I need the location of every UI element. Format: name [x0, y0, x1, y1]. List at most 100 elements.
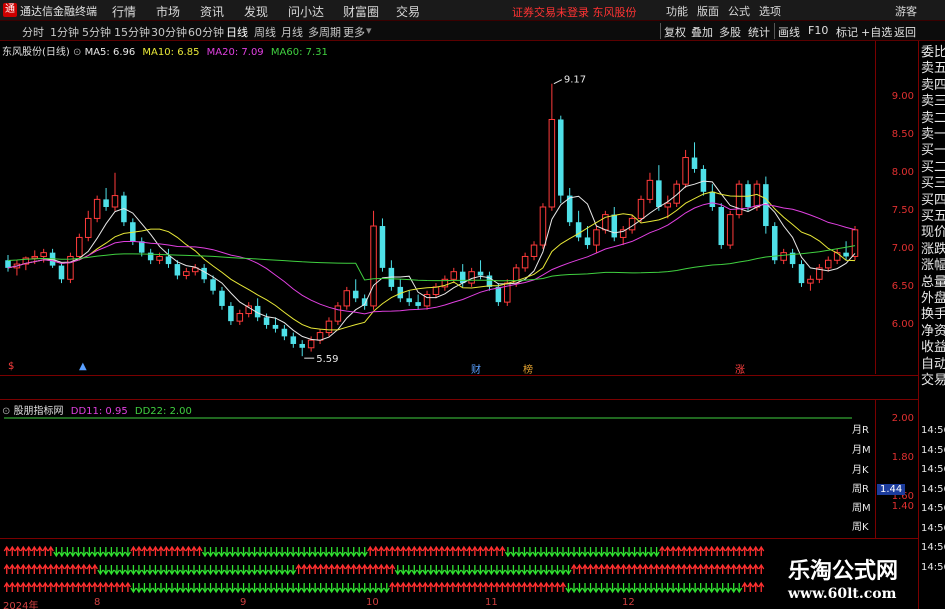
tick-time: 14:56	[921, 561, 945, 573]
up-arrow-icon	[515, 581, 522, 592]
down-arrow-icon	[179, 583, 187, 594]
period-multi[interactable]: 多周期	[308, 24, 341, 40]
menu-discover[interactable]: 发现	[244, 3, 268, 20]
up-arrow-icon	[703, 545, 710, 556]
up-arrow-icon	[25, 563, 32, 574]
down-arrow-icon	[526, 565, 533, 576]
date-label: 8	[94, 597, 101, 608]
up-arrow-icon	[58, 563, 65, 574]
draw-button[interactable]: 画线	[778, 24, 800, 40]
down-arrow-icon	[350, 547, 357, 558]
down-arrow-icon	[223, 547, 231, 558]
up-arrow-icon	[20, 563, 27, 574]
menu-wealth[interactable]: 财富圈	[343, 3, 379, 20]
up-arrow-icon	[675, 545, 682, 556]
down-arrow-icon	[223, 583, 231, 594]
down-arrow-icon	[229, 583, 236, 594]
up-arrow-icon	[615, 563, 622, 574]
down-arrow-icon	[537, 547, 545, 558]
marker-finance[interactable]: 财	[471, 361, 481, 376]
up-arrow-icon	[576, 563, 583, 574]
kline-svg[interactable]: 9.17 5.59	[0, 41, 875, 374]
up-arrow-icon	[758, 581, 765, 592]
candle-body	[76, 236, 83, 257]
down-arrow-icon	[290, 547, 297, 558]
axis-label: 2.00	[891, 413, 914, 424]
period-timeshare[interactable]: 分时	[22, 24, 44, 40]
up-arrow-icon	[653, 563, 660, 574]
down-arrow-icon	[290, 565, 297, 576]
up-arrow-icon	[681, 545, 688, 556]
overlay-button[interactable]: 叠加	[691, 24, 713, 40]
down-arrow-icon	[697, 583, 704, 594]
down-arrow-icon	[157, 583, 165, 594]
mark-button[interactable]: 标记	[836, 24, 858, 40]
up-arrow-icon	[75, 563, 82, 574]
period-daily[interactable]: 日线	[226, 24, 248, 40]
down-arrow-icon	[130, 583, 137, 594]
ma10-line	[7, 191, 856, 331]
period-5min[interactable]: 5分钟	[82, 24, 111, 40]
period-60min[interactable]: 60分钟	[188, 24, 224, 40]
guest-label[interactable]: 游客	[895, 3, 917, 19]
chevron-down-icon[interactable]: ⊙	[2, 406, 14, 417]
menu-ask[interactable]: 问小达	[288, 3, 324, 20]
up-arrow-icon	[752, 545, 759, 556]
menu-formula[interactable]: 公式	[728, 3, 750, 19]
up-arrow-icon	[334, 563, 341, 574]
f10-button[interactable]: F10	[808, 24, 828, 37]
up-arrow-icon	[339, 563, 346, 574]
down-arrow-icon	[229, 547, 236, 558]
divider	[660, 23, 661, 39]
down-arrow-icon	[312, 547, 319, 558]
menu-trade[interactable]: 交易	[396, 3, 420, 20]
menu-options[interactable]: 选项	[759, 3, 781, 19]
menu-quotes[interactable]: 行情	[112, 3, 136, 20]
up-arrow-icon	[626, 563, 633, 574]
stats-button[interactable]: 统计	[748, 24, 770, 40]
period-monthly[interactable]: 月线	[281, 24, 303, 40]
indicator-chart[interactable]: 月R 月M 月K 周R 周M 周K	[0, 400, 875, 538]
candle-body	[174, 264, 181, 276]
axis-label: 1.40	[891, 501, 914, 512]
marker-limit-up[interactable]: 涨	[735, 361, 745, 376]
dd22-label: DD22: 2.00	[134, 406, 192, 417]
period-more[interactable]: 更多	[343, 24, 365, 40]
multi-stock-button[interactable]: 多股	[719, 24, 741, 40]
down-arrow-icon	[653, 547, 660, 558]
up-arrow-icon	[36, 581, 43, 592]
menu-function[interactable]: 功能	[666, 3, 688, 19]
up-arrow-icon	[372, 563, 379, 574]
period-weekly[interactable]: 周线	[254, 24, 276, 40]
candle-body	[325, 320, 333, 334]
menu-market[interactable]: 市场	[156, 3, 180, 20]
up-arrow-icon	[86, 581, 93, 592]
back-button[interactable]: 返回	[894, 24, 916, 40]
period-1min[interactable]: 1分钟	[50, 24, 79, 40]
menu-layout[interactable]: 版面	[697, 3, 719, 19]
down-arrow-icon	[648, 583, 655, 594]
up-arrow-icon	[697, 545, 704, 556]
up-arrow-icon	[196, 545, 203, 556]
chevron-down-icon[interactable]: ▾	[366, 24, 372, 37]
adjust-button[interactable]: 复权	[664, 24, 686, 40]
up-arrow-icon	[400, 581, 407, 592]
up-arrow-icon	[664, 545, 671, 556]
up-arrow-icon	[493, 545, 500, 556]
down-arrow-icon	[570, 547, 578, 558]
period-30min[interactable]: 30分钟	[151, 24, 187, 40]
period-15min[interactable]: 15分钟	[114, 24, 150, 40]
down-arrow-icon	[212, 583, 220, 594]
add-favorite-button[interactable]: +自选	[861, 24, 892, 40]
down-arrow-icon	[69, 547, 76, 558]
menu-news[interactable]: 资讯	[200, 3, 224, 20]
up-arrow-icon	[433, 581, 440, 592]
up-arrow-icon	[747, 581, 754, 592]
login-notice[interactable]: 证券交易未登录 东风股份	[512, 4, 637, 20]
down-arrow-icon	[471, 565, 478, 576]
up-arrow-icon	[389, 581, 396, 592]
marker-ranking[interactable]: 榜	[523, 361, 533, 376]
down-arrow-icon	[504, 565, 511, 576]
chevron-down-icon[interactable]: ⊙	[73, 47, 85, 58]
kline-chart[interactable]: 9.17 5.59	[0, 41, 875, 374]
